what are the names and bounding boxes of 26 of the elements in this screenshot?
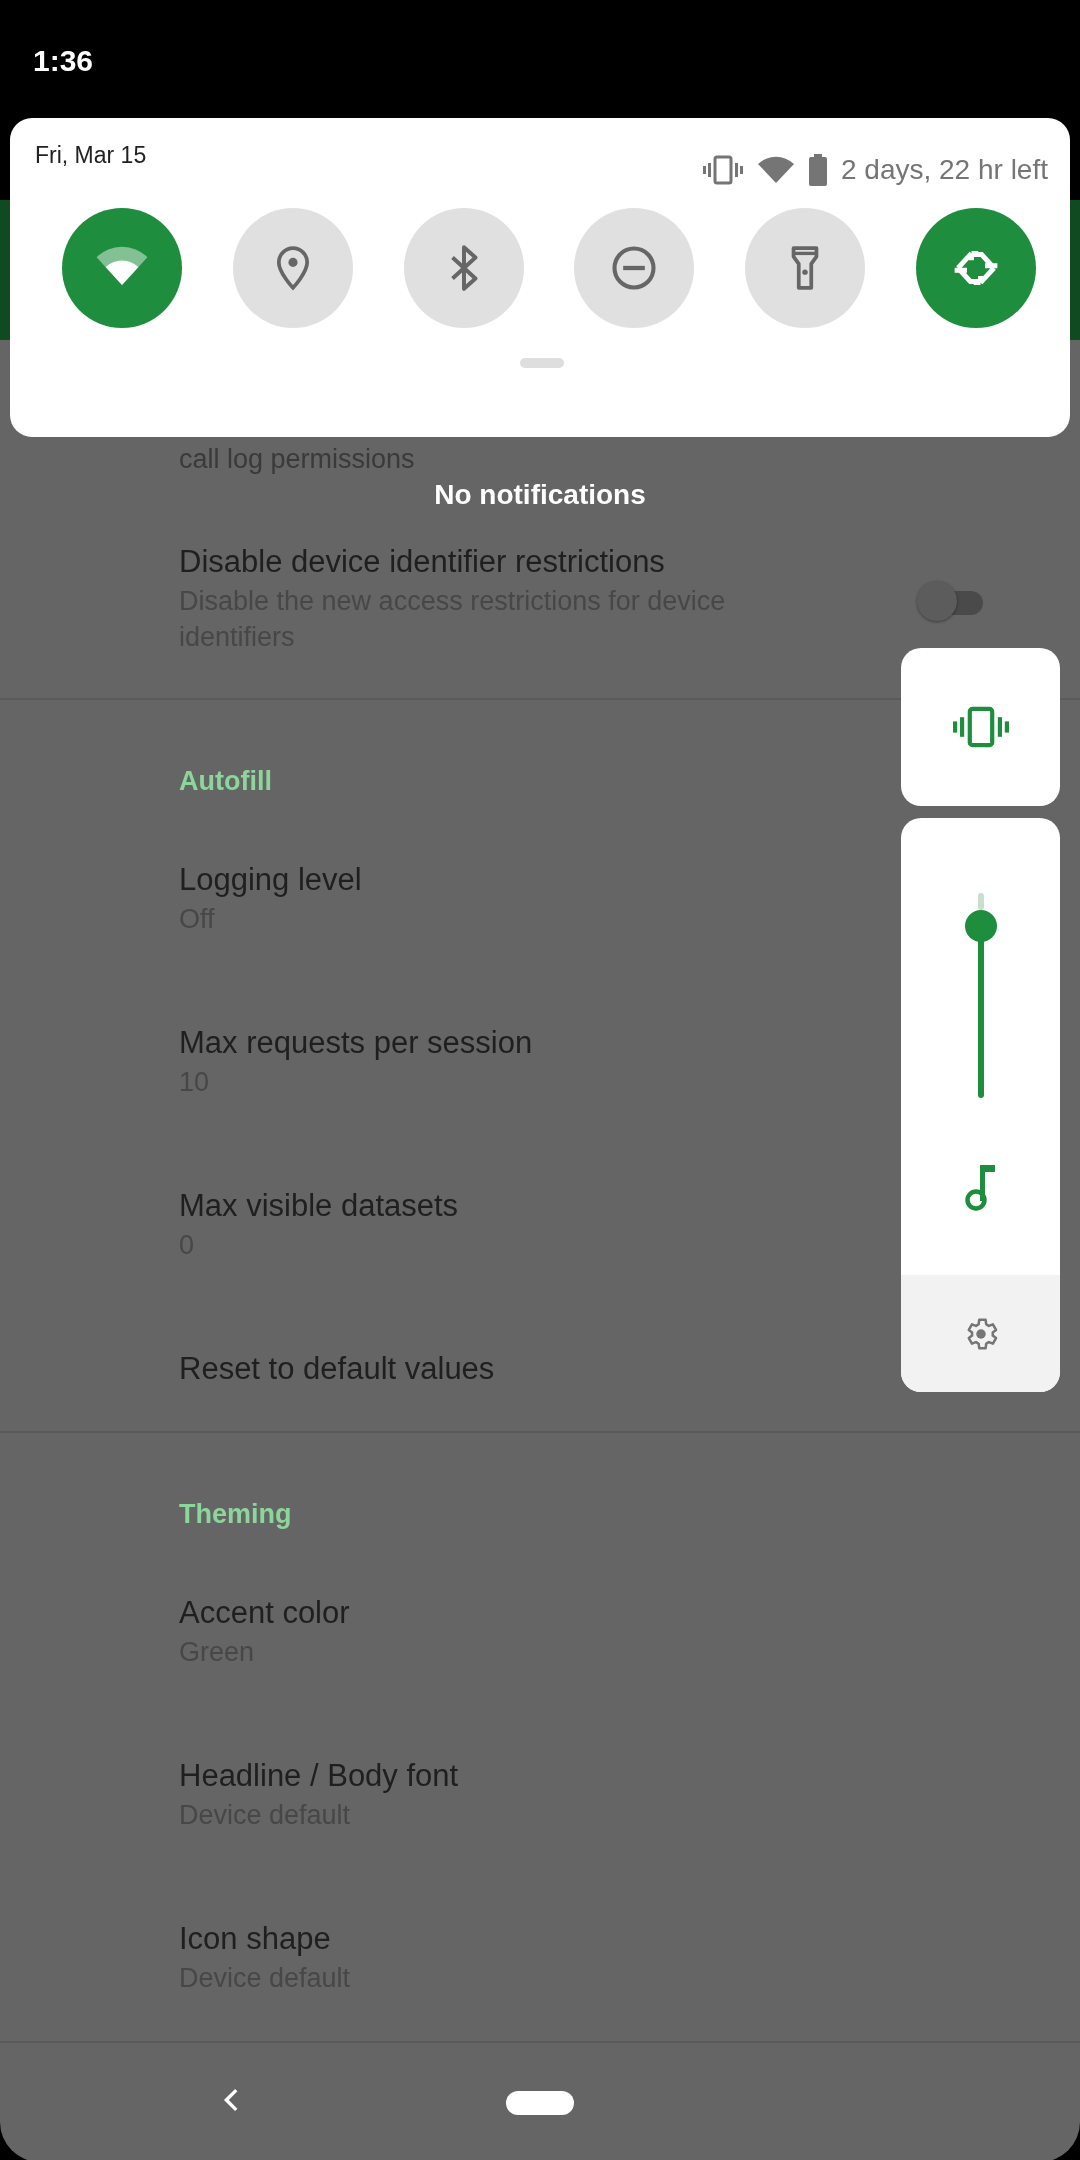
- setting-title[interactable]: Logging level: [179, 859, 362, 901]
- vibrate-icon: [703, 155, 743, 185]
- section-header: Theming: [179, 1499, 292, 1529]
- setting-title[interactable]: Icon shape: [179, 1918, 331, 1960]
- wifi-signal-icon: [757, 156, 795, 184]
- setting-title[interactable]: Reset to default values: [179, 1348, 495, 1390]
- drag-handle[interactable]: [519, 358, 564, 368]
- date-text: Fri, Mar 15: [35, 141, 147, 170]
- setting-title[interactable]: Headline / Body font: [179, 1755, 459, 1797]
- section-header: Autofill: [179, 766, 272, 796]
- no-notifications-text: No notifications: [434, 478, 646, 512]
- volume-slider[interactable]: [964, 893, 997, 1098]
- battery-remaining-text: 2 days, 22 hr left: [841, 154, 1048, 186]
- music-note-icon: [964, 1165, 997, 1211]
- home-button[interactable]: [506, 2090, 574, 2115]
- settings-icon[interactable]: [901, 1275, 1060, 1392]
- setting-title[interactable]: Max visible datasets: [179, 1185, 459, 1227]
- battery-icon: [809, 154, 827, 186]
- vibrate-icon: [951, 706, 1010, 748]
- slider-track: [977, 893, 984, 910]
- slider-thumb[interactable]: [964, 909, 997, 942]
- ringer-mode-button[interactable]: [901, 648, 1060, 806]
- setting-title[interactable]: Disable device identifier restrictions: [179, 541, 665, 583]
- setting-title[interactable]: Accent color: [179, 1592, 350, 1634]
- setting-title[interactable]: Max requests per session: [179, 1022, 533, 1064]
- clock-time: 1:36: [33, 44, 94, 77]
